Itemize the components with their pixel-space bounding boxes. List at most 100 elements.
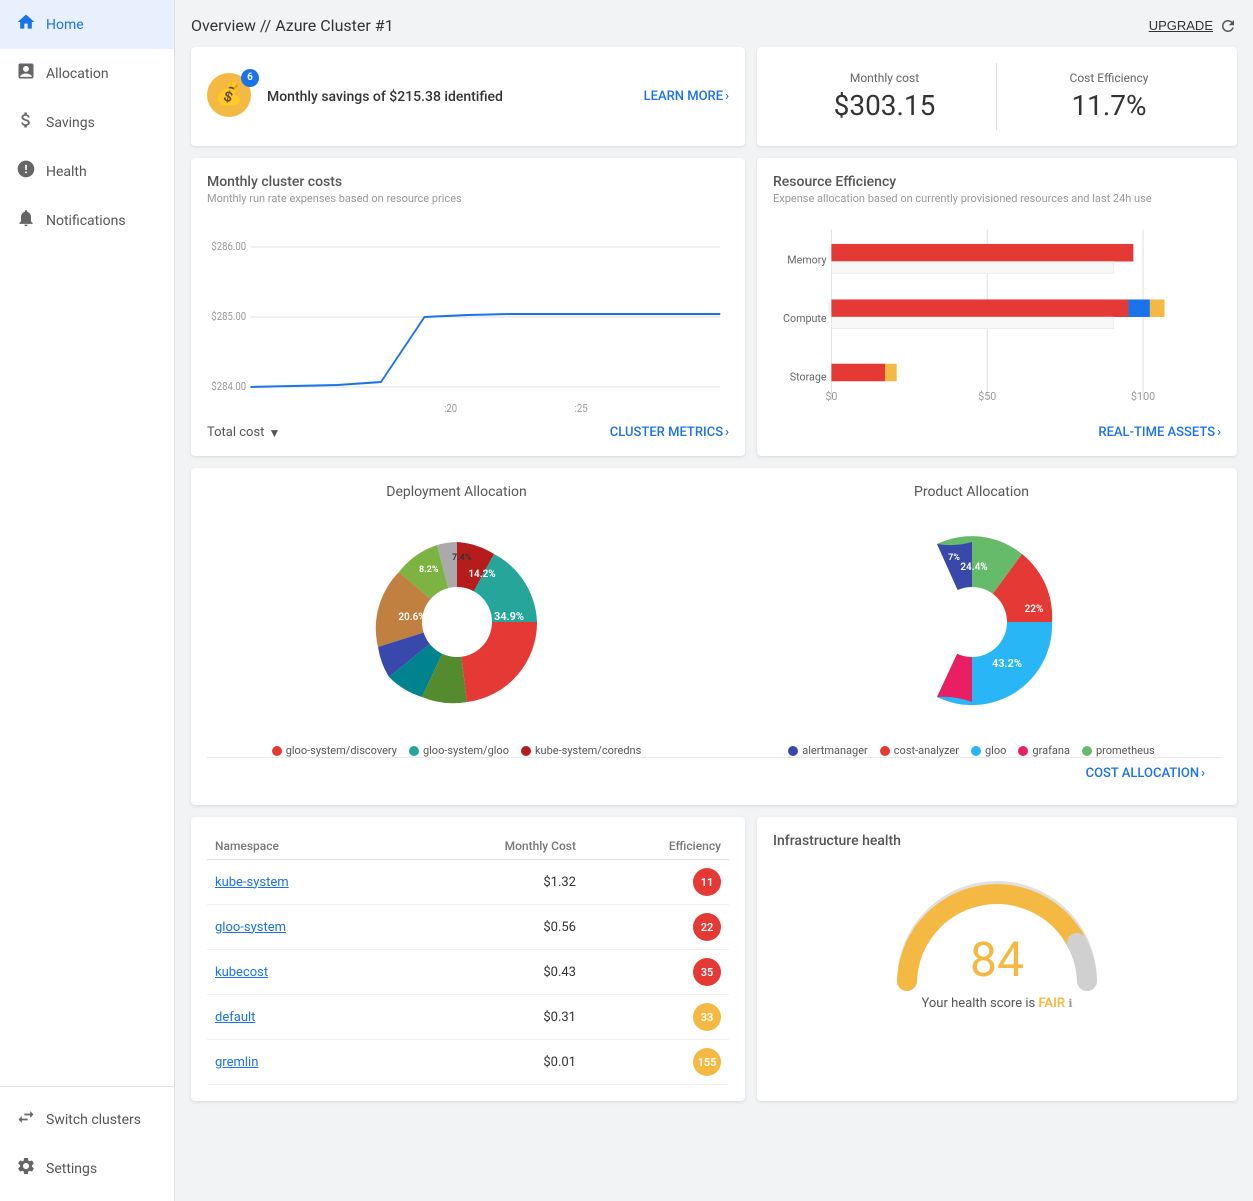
svg-text:Storage: Storage xyxy=(790,370,827,383)
health-score-area: 84 Your health score is FAIR ℹ xyxy=(773,851,1221,1011)
legend-dot xyxy=(272,746,282,756)
deployment-allocation-section: Deployment Allocation xyxy=(207,484,706,757)
svg-text:$285.00: $285.00 xyxy=(211,309,246,323)
legend-dot xyxy=(409,746,419,756)
resource-efficiency-title: Resource Efficiency xyxy=(773,174,1221,190)
product-allocation-title: Product Allocation xyxy=(722,484,1221,500)
col-namespace: Namespace xyxy=(207,833,398,860)
deployment-pie-chart: 34.9% 14.2% 20.6% 8.2% 7.4% xyxy=(347,512,567,732)
svg-text:7%: 7% xyxy=(948,553,960,563)
svg-text:20.6%: 20.6% xyxy=(398,612,425,623)
product-pie-container: 43.2% 22% 24.4% 7% xyxy=(722,512,1221,732)
sidebar-item-notifications[interactable]: Notifications xyxy=(0,196,174,245)
deployment-pie-container: 34.9% 14.2% 20.6% 8.2% 7.4% xyxy=(207,512,706,732)
savings-icon xyxy=(16,110,36,135)
sidebar-item-allocation[interactable]: Allocation xyxy=(0,49,174,98)
legend-item-gloo-prod: gloo xyxy=(971,744,1006,757)
table-row: kubecost $0.43 35 xyxy=(207,950,729,995)
sidebar-item-home[interactable]: Home xyxy=(0,0,174,49)
table-row: gloo-system $0.56 22 xyxy=(207,905,729,950)
legend-dot xyxy=(880,746,890,756)
sidebar-item-health[interactable]: Health xyxy=(0,147,174,196)
monthly-cost-cell: $0.31 xyxy=(398,995,584,1040)
line-chart-svg: $286.00 $285.00 $284.00 :20 :25 xyxy=(207,217,729,417)
allocation-icon xyxy=(16,61,36,86)
cost-allocation-link[interactable]: COST ALLOCATION › xyxy=(207,757,1221,789)
refresh-icon[interactable] xyxy=(1219,17,1237,35)
real-time-assets-link[interactable]: REAL-TIME ASSETS › xyxy=(773,425,1221,440)
efficiency-badge: 11 xyxy=(693,868,721,896)
efficiency-cell: 22 xyxy=(584,905,729,950)
savings-icon-wrap: 💰 6 xyxy=(207,73,255,121)
sidebar-item-switch-clusters[interactable]: Switch clusters xyxy=(0,1095,174,1144)
svg-text:7.4%: 7.4% xyxy=(452,553,472,563)
bar-chart-svg: Memory Compute Storage xyxy=(773,217,1221,417)
sidebar-health-label: Health xyxy=(46,164,87,180)
legend-item-prometheus: prometheus xyxy=(1082,744,1155,757)
namespace-link[interactable]: kubecost xyxy=(215,965,268,980)
allocation-grid: Deployment Allocation xyxy=(207,484,1221,757)
efficiency-badge: 33 xyxy=(693,1003,721,1031)
sidebar-item-settings[interactable]: Settings xyxy=(0,1144,174,1193)
line-chart-footer: Total cost ▼ CLUSTER METRICS › xyxy=(207,425,729,440)
cluster-costs-subtitle: Monthly run rate expenses based on resou… xyxy=(207,192,729,205)
efficiency-badge: 22 xyxy=(693,913,721,941)
deployment-allocation-title: Deployment Allocation xyxy=(207,484,706,500)
monthly-cost-label: Monthly cost xyxy=(789,71,980,85)
namespace-link[interactable]: gremlin xyxy=(215,1055,258,1070)
namespace-link[interactable]: default xyxy=(215,1010,255,1025)
efficiency-badge: 155 xyxy=(693,1048,721,1076)
cost-efficiency-value: 11.7% xyxy=(1013,89,1205,122)
monthly-cost-item: Monthly cost $303.15 xyxy=(773,63,997,130)
efficiency-badge: 35 xyxy=(693,958,721,986)
page-header: Overview // Azure Cluster #1 UPGRADE xyxy=(191,16,1237,35)
svg-text:$0: $0 xyxy=(825,390,837,403)
cluster-costs-title: Monthly cluster costs xyxy=(207,174,729,190)
learn-more-link[interactable]: LEARN MORE › xyxy=(644,89,729,104)
health-icon xyxy=(16,159,36,184)
monthly-cost-value: $303.15 xyxy=(789,89,980,122)
legend-dot xyxy=(1082,746,1092,756)
notifications-icon xyxy=(16,208,36,233)
health-card: Infrastructure health 84 Your health sco… xyxy=(757,817,1237,1101)
legend-item-discovery: gloo-system/discovery xyxy=(272,744,397,757)
health-score-number: 84 xyxy=(970,931,1024,988)
svg-text:$100: $100 xyxy=(1131,390,1155,403)
namespace-link[interactable]: kube-system xyxy=(215,875,289,890)
savings-badge: 6 xyxy=(241,69,259,87)
efficiency-cell: 35 xyxy=(584,950,729,995)
cost-efficiency-item: Cost Efficiency 11.7% xyxy=(997,63,1221,130)
efficiency-cell: 33 xyxy=(584,995,729,1040)
total-cost-label[interactable]: Total cost ▼ xyxy=(207,425,280,440)
sidebar-home-label: Home xyxy=(46,17,84,33)
cluster-metrics-link[interactable]: CLUSTER METRICS › xyxy=(610,425,729,440)
cost-card: Monthly cost $303.15 Cost Efficiency 11.… xyxy=(757,47,1237,146)
monthly-cost-cell: $1.32 xyxy=(398,860,584,905)
efficiency-cell: 155 xyxy=(584,1040,729,1085)
product-allocation-section: Product Allocation xyxy=(722,484,1221,757)
svg-text:22%: 22% xyxy=(1024,604,1043,615)
second-row: Monthly cluster costs Monthly run rate e… xyxy=(191,158,1237,456)
health-status: FAIR xyxy=(1038,996,1065,1011)
home-icon xyxy=(16,12,36,37)
monthly-cost-cell: $0.56 xyxy=(398,905,584,950)
legend-dot xyxy=(1018,746,1028,756)
namespace-table-card: Namespace Monthly Cost Efficiency kube-s… xyxy=(191,817,745,1101)
sidebar-savings-label: Savings xyxy=(46,115,95,131)
sidebar: Home Allocation Savings Health xyxy=(0,0,175,1201)
legend-item-grafana: grafana xyxy=(1018,744,1070,757)
upgrade-button[interactable]: UPGRADE xyxy=(1149,18,1213,33)
settings-icon xyxy=(16,1156,36,1181)
resource-efficiency-subtitle: Expense allocation based on currently pr… xyxy=(773,192,1221,205)
sidebar-nav: Home Allocation Savings Health xyxy=(0,0,174,1086)
svg-text:43.2%: 43.2% xyxy=(991,657,1021,670)
svg-text::25: :25 xyxy=(575,401,588,415)
sidebar-item-savings[interactable]: Savings xyxy=(0,98,174,147)
product-legend: alertmanager cost-analyzer gloo grafana xyxy=(722,744,1221,757)
legend-dot xyxy=(788,746,798,756)
deployment-legend: gloo-system/discovery gloo-system/gloo k… xyxy=(207,744,706,757)
legend-dot xyxy=(971,746,981,756)
sidebar-allocation-label: Allocation xyxy=(46,66,109,82)
namespace-link[interactable]: gloo-system xyxy=(215,920,286,935)
svg-text:$286.00: $286.00 xyxy=(211,239,246,253)
